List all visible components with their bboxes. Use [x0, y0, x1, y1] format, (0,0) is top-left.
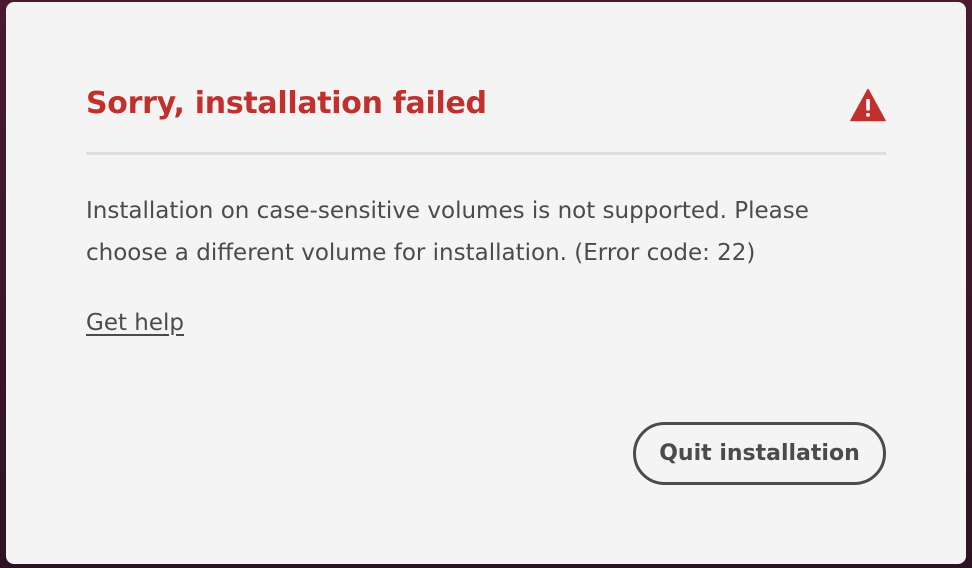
header-divider: [86, 152, 886, 155]
warning-triangle-icon: [850, 88, 886, 122]
dialog-header: Sorry, installation failed: [86, 80, 886, 134]
quit-installation-button[interactable]: Quit installation: [633, 422, 886, 485]
dialog-title: Sorry, installation failed: [86, 86, 487, 121]
get-help-link[interactable]: Get help: [86, 310, 184, 336]
installer-error-dialog: Sorry, installation failed Installation …: [6, 2, 966, 564]
error-message: Installation on case-sensitive volumes i…: [86, 198, 809, 266]
